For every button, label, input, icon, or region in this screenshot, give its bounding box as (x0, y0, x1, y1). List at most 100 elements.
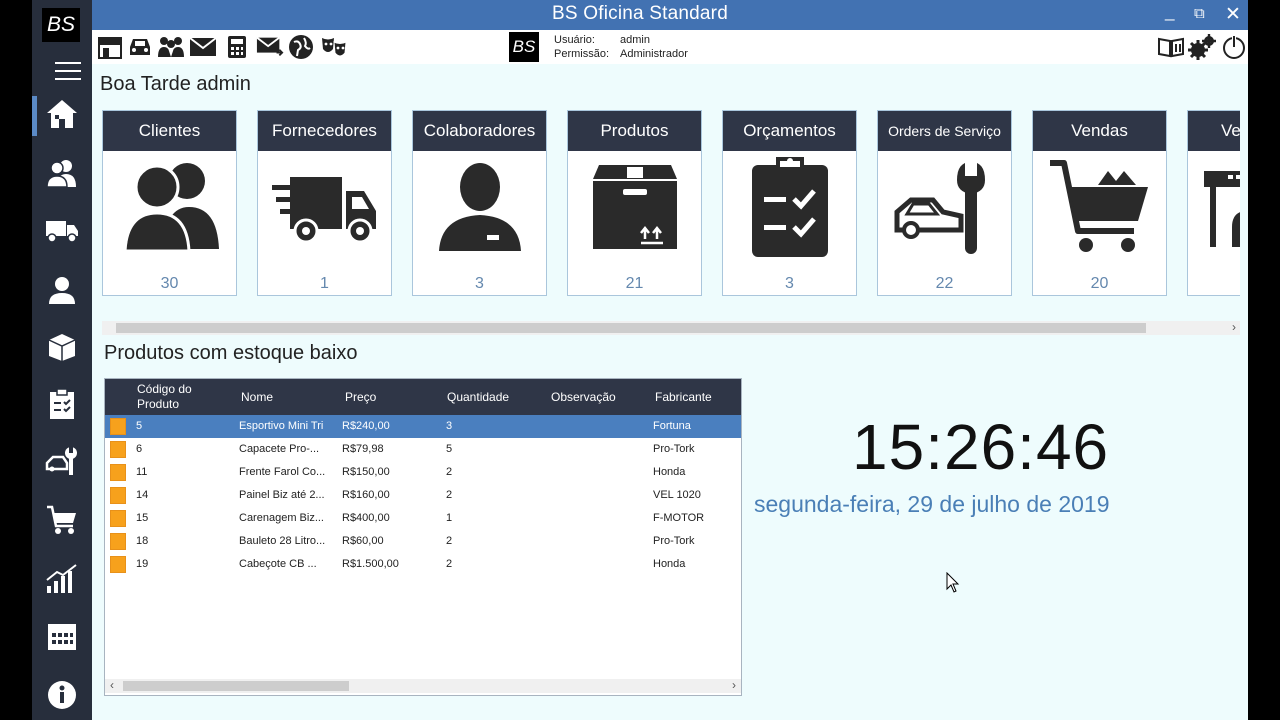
globe-icon[interactable] (287, 34, 315, 60)
column-header[interactable]: Observação (551, 379, 616, 415)
permission-label: Permissão: (554, 48, 610, 60)
scrollbar-thumb[interactable] (116, 323, 1146, 333)
tile-orcamentos[interactable]: Orçamentos 3 (722, 110, 857, 296)
mail-icon[interactable] (189, 34, 217, 60)
table-row[interactable]: 18 Bauleto 28 Litro... R$60,00 2 Pro-Tor… (105, 530, 741, 553)
scroll-right-arrow-icon[interactable]: › (1232, 320, 1236, 334)
tile-label: Orçamentos (723, 111, 856, 151)
cell-observacao (550, 530, 650, 553)
car-wrench-icon (894, 160, 985, 254)
sidebar-item-products[interactable] (32, 325, 92, 369)
table-row[interactable]: 15 Carenagem Biz... R$400,00 1 F-MOTOR (105, 507, 741, 530)
power-icon[interactable] (1220, 34, 1248, 60)
sidebar-item-info[interactable] (32, 673, 92, 717)
tile-count: 20 (1090, 275, 1109, 292)
tile-produtos[interactable]: Produtos 21 (567, 110, 702, 296)
window-title: BS Oficina Standard (552, 3, 728, 24)
sidebar-item-calendar[interactable] (32, 614, 92, 658)
table-row[interactable]: 6 Capacete Pro-... R$79,98 5 Pro-Tork (105, 438, 741, 461)
sidebar-item-suppliers[interactable] (32, 209, 92, 253)
cell-codigo: 5 (136, 420, 143, 432)
scroll-left-arrow-icon[interactable]: ‹ (110, 678, 114, 692)
user-label: Usuário: (554, 34, 595, 46)
scroll-right-arrow-icon[interactable]: › (732, 678, 736, 692)
tile-label: Produtos (568, 111, 701, 151)
sidebar-item-collaborators[interactable] (32, 268, 92, 312)
mail-send-icon[interactable] (256, 34, 284, 60)
cell-quantidade: 3 (446, 420, 453, 432)
column-header[interactable]: Quantidade (447, 379, 509, 415)
row-marker (110, 441, 126, 458)
sidebar-item-clients[interactable] (32, 151, 92, 195)
cell-nome: Painel Biz até 2... (239, 489, 325, 501)
table-row[interactable]: 5 Esportivo Mini Tri R$240,00 3 Fortuna (105, 415, 741, 438)
sidebar-item-service-orders[interactable] (32, 440, 92, 484)
cell-codigo: 18 (136, 535, 149, 547)
team-icon[interactable] (157, 34, 185, 60)
sidebar-item-sales[interactable] (32, 498, 92, 542)
tile-vendas[interactable]: Vendas 20 (1032, 110, 1167, 296)
cell-fabricante: Pro-Tork (653, 443, 695, 455)
tiles-scrollbar[interactable]: › (102, 320, 1240, 335)
table-row[interactable]: 14 Painel Biz até 2... R$160,00 2 VEL 10… (105, 484, 741, 507)
tile-fornecedores[interactable]: Fornecedores 1 (257, 110, 392, 296)
cell-preco: R$60,00 (342, 535, 384, 547)
row-marker (110, 464, 126, 481)
store-icon[interactable] (96, 34, 124, 60)
masks-icon[interactable] (320, 34, 348, 60)
cell-fabricante: Honda (653, 466, 686, 478)
tile-label: Orders de Serviço (878, 111, 1011, 151)
cell-observacao (550, 461, 650, 484)
cell-fabricante: F-MOTOR (653, 512, 705, 524)
column-header[interactable]: Código do Produto (137, 379, 227, 415)
cell-quantidade: 2 (446, 558, 453, 570)
sidebar-item-reports[interactable] (32, 556, 92, 600)
tiles-strip: Clientes 30 Fornecedores 1 Colaboradores… (102, 110, 1240, 296)
tile-vendas-partial[interactable]: Ve (1187, 110, 1240, 296)
column-header[interactable]: Fabricante (655, 379, 712, 415)
cell-preco: R$1.500,00 (342, 558, 399, 570)
tile-count: 1 (320, 275, 329, 292)
tile-colaboradores[interactable]: Colaboradores 3 (412, 110, 547, 296)
cell-quantidade: 1 (446, 512, 453, 524)
bar-chart-icon (46, 564, 77, 593)
close-button[interactable]: ✕ (1225, 3, 1241, 26)
cell-fabricante: Fortuna (653, 420, 691, 432)
cell-observacao (550, 438, 650, 461)
minimize-button[interactable]: _ (1165, 2, 1174, 22)
cell-codigo: 14 (136, 489, 149, 501)
table-row[interactable]: 19 Cabeçote CB ... R$1.500,00 2 Honda (105, 553, 741, 576)
cell-quantidade: 5 (446, 443, 453, 455)
cell-quantidade: 2 (446, 466, 453, 478)
cell-nome: Bauleto 28 Litro... (239, 535, 326, 547)
cell-fabricante: Honda (653, 558, 686, 570)
tile-orders-de-servico[interactable]: Orders de Serviço 22 (877, 110, 1012, 296)
scrollbar-thumb[interactable] (123, 681, 349, 691)
user-value: admin (620, 34, 650, 46)
manual-book-icon[interactable] (1157, 34, 1185, 60)
settings-gears-icon[interactable] (1188, 34, 1216, 60)
menu-toggle-icon[interactable] (55, 62, 81, 82)
cell-codigo: 11 (136, 466, 148, 478)
sidebar-item-home[interactable] (32, 92, 92, 136)
sidebar-item-budgets[interactable] (32, 382, 92, 426)
calculator-icon[interactable] (223, 34, 251, 60)
tile-label: Vendas (1033, 111, 1166, 151)
cell-preco: R$150,00 (342, 466, 390, 478)
table-row[interactable]: 11 Frente Farol Co... R$150,00 2 Honda (105, 461, 741, 484)
tile-clientes[interactable]: Clientes 30 (102, 110, 237, 296)
tile-label: Clientes (103, 111, 236, 151)
table-scrollbar[interactable]: ‹ › (105, 678, 741, 693)
cell-preco: R$79,98 (342, 443, 384, 455)
column-header[interactable]: Nome (241, 379, 273, 415)
row-marker (110, 487, 126, 504)
cell-codigo: 15 (136, 512, 149, 524)
cell-nome: Capacete Pro-... (239, 443, 320, 455)
cell-observacao (550, 415, 650, 438)
title-bar: BS Oficina Standard _ ⧉ ✕ (32, 0, 1248, 30)
column-header[interactable]: Preço (345, 379, 376, 415)
maximize-button[interactable]: ⧉ (1194, 5, 1205, 22)
cell-nome: Cabeçote CB ... (239, 558, 317, 570)
cart-icon (1049, 160, 1148, 252)
car-icon[interactable] (126, 34, 154, 60)
